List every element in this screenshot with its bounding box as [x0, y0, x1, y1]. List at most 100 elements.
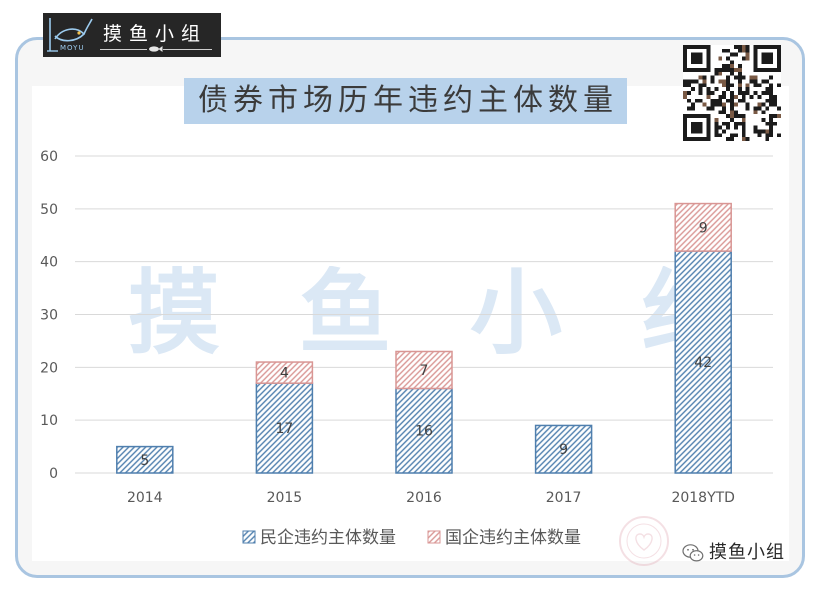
qr-module — [714, 129, 719, 134]
qr-module — [726, 68, 731, 72]
qr-module — [718, 102, 723, 107]
qr-module — [722, 129, 727, 134]
y-tick-label: 0 — [49, 466, 58, 482]
qr-module — [730, 114, 734, 118]
qr-module — [769, 91, 774, 95]
qr-module — [690, 87, 695, 92]
qr-module — [722, 83, 727, 88]
qr-module — [730, 117, 734, 122]
qr-module — [683, 79, 687, 84]
qr-module — [769, 94, 774, 99]
qr-module — [718, 68, 723, 72]
y-tick-label: 10 — [40, 413, 58, 429]
qr-module — [702, 79, 707, 84]
qr-module — [730, 98, 734, 103]
x-tick-label: 2017 — [546, 490, 582, 506]
qr-module — [753, 106, 758, 111]
qr-module — [737, 91, 742, 95]
y-tick-label: 30 — [40, 308, 58, 324]
data-label-private-enterprise-2018YTD: 42 — [694, 355, 712, 371]
x-tick-label: 2016 — [406, 490, 442, 506]
qr-module — [741, 137, 746, 141]
qr-module — [714, 133, 719, 138]
qr-module — [741, 91, 746, 95]
qr-module — [773, 94, 778, 99]
qr-module — [718, 98, 723, 103]
qr-module — [714, 71, 719, 76]
qr-module — [722, 110, 727, 115]
qr-module — [737, 87, 742, 92]
qr-module — [765, 87, 770, 92]
legend-label-private-enterprise: 民企违约主体数量 — [260, 528, 396, 548]
qr-module — [733, 68, 738, 72]
qr-module — [749, 94, 754, 99]
x-tick-label: 2018YTD — [671, 490, 735, 506]
qr-module — [765, 133, 770, 138]
qr-module — [714, 87, 719, 92]
x-tick-label: 2015 — [267, 490, 303, 506]
qr-module — [769, 133, 774, 138]
qr-module — [730, 91, 734, 95]
qr-module — [757, 102, 762, 107]
qr-module — [733, 94, 738, 99]
data-label-private-enterprise-2014: 5 — [140, 453, 149, 469]
qr-module — [694, 79, 699, 84]
qr-module — [718, 56, 723, 61]
qr-module — [683, 91, 687, 95]
qr-module — [769, 114, 774, 118]
legend: 民企违约主体数量 国企违约主体数量 — [242, 528, 581, 548]
qr-module — [686, 83, 691, 88]
qr-module — [718, 79, 723, 84]
logo-fish-body — [54, 28, 86, 42]
data-label-private-enterprise-2015: 17 — [275, 421, 293, 437]
qr-module — [710, 75, 715, 80]
qr-module — [757, 83, 762, 88]
qr-module — [745, 56, 750, 61]
data-label-state-enterprise-2018YTD: 9 — [699, 220, 708, 236]
qr-module — [726, 137, 731, 141]
qr-module — [683, 83, 687, 88]
qr-module — [741, 125, 746, 130]
qr-module — [765, 91, 770, 95]
qr-module — [737, 45, 742, 49]
qr-module — [710, 98, 715, 103]
qr-module — [733, 133, 738, 138]
qr-module — [730, 133, 734, 138]
qr-module — [698, 87, 703, 92]
qr-module — [749, 79, 754, 84]
qr-module — [730, 83, 734, 88]
qr-module — [757, 129, 762, 134]
qr-module — [690, 102, 695, 107]
wechat-eye-left — [687, 548, 689, 551]
wechat-eye-small-right — [697, 554, 700, 556]
qr-module — [726, 83, 731, 88]
legend-label-state-enterprise: 国企违约主体数量 — [445, 528, 581, 548]
qr-module — [773, 102, 778, 107]
qr-module — [761, 91, 766, 95]
qr-module — [718, 71, 723, 76]
qr-module — [753, 91, 758, 95]
data-label-state-enterprise-2015: 4 — [280, 366, 289, 382]
qr-module — [745, 48, 750, 53]
y-tick-label: 40 — [40, 255, 58, 271]
qr-module — [777, 133, 781, 138]
qr-module — [706, 94, 711, 99]
data-label-state-enterprise-2016: 7 — [420, 363, 429, 379]
qr-module — [757, 106, 762, 111]
qr-module — [769, 83, 774, 88]
qr-module — [741, 117, 746, 122]
qr-module — [722, 79, 727, 84]
qr-module — [726, 56, 731, 61]
qr-module — [710, 91, 715, 95]
qr-module — [733, 75, 738, 80]
qr-module — [690, 106, 695, 111]
qr-module — [741, 121, 746, 126]
qr-module — [718, 110, 723, 115]
qr-module — [730, 137, 734, 141]
qr-code-icon — [683, 45, 781, 141]
qr-module — [706, 106, 711, 111]
qr-module — [726, 79, 731, 84]
y-tick-label: 50 — [40, 202, 58, 218]
qr-module — [737, 83, 742, 88]
qr-module — [683, 94, 687, 99]
